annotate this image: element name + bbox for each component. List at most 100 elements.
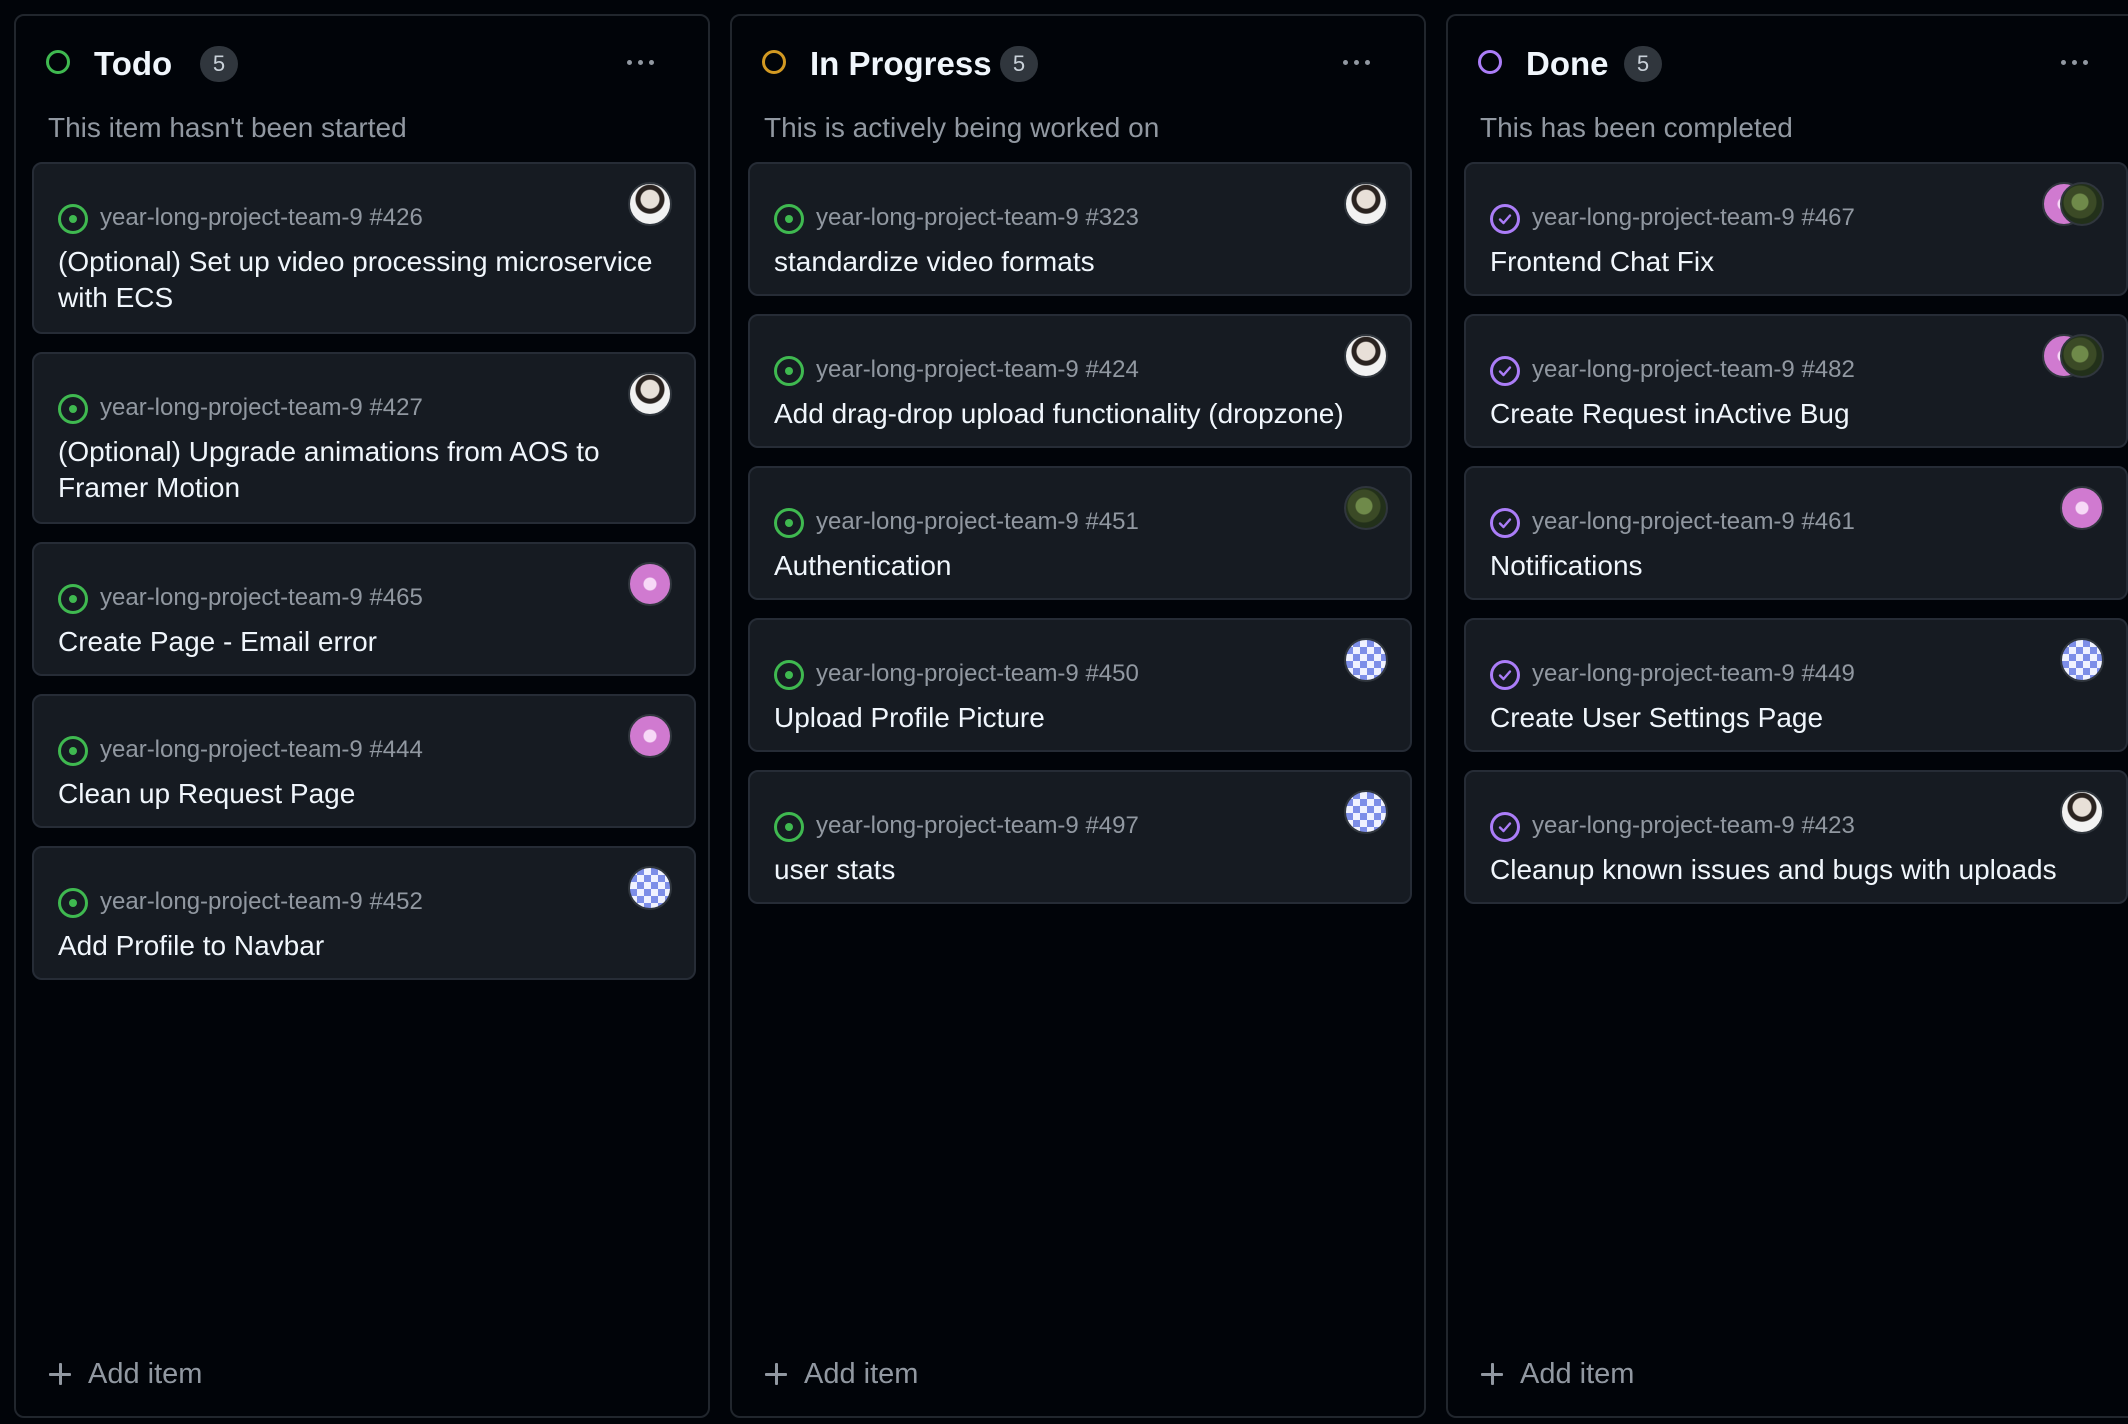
assignee-avatar[interactable]	[2060, 334, 2104, 378]
issue-card[interactable]: year-long-project-team-9 #450 Upload Pro…	[748, 618, 1412, 752]
add-item-label: Add item	[804, 1357, 919, 1390]
issue-card[interactable]: year-long-project-team-9 #426 (Optional)…	[32, 162, 696, 334]
issue-open-icon	[774, 812, 804, 842]
add-item-label: Add item	[88, 1357, 203, 1390]
plus-icon	[764, 1362, 788, 1386]
issue-card[interactable]: year-long-project-team-9 #452 Add Profil…	[32, 846, 696, 980]
issue-open-icon	[774, 356, 804, 386]
add-item-label: Add item	[1520, 1357, 1635, 1390]
issue-card[interactable]: year-long-project-team-9 #323 standardiz…	[748, 162, 1412, 296]
issue-reference[interactable]: year-long-project-team-9 #450	[816, 660, 1139, 688]
issue-reference[interactable]: year-long-project-team-9 #444	[100, 736, 423, 764]
assignee-avatar[interactable]	[1344, 486, 1388, 530]
column-count-badge: 5	[1624, 46, 1662, 82]
in-progress-status-icon	[762, 50, 786, 74]
column-count-badge: 5	[1000, 46, 1038, 82]
issue-card[interactable]: year-long-project-team-9 #482 Create Req…	[1464, 314, 2128, 448]
assignee-avatar[interactable]	[1344, 638, 1388, 682]
issue-open-icon	[58, 736, 88, 766]
issue-title[interactable]: Authentication	[774, 548, 1390, 584]
add-item-button[interactable]: Add item	[764, 1354, 918, 1394]
issue-title[interactable]: Clean up Request Page	[58, 776, 674, 812]
issue-title[interactable]: Create Request inActive Bug	[1490, 396, 2106, 432]
assignee-avatar[interactable]	[2060, 486, 2104, 530]
more-dot-icon	[648, 59, 654, 65]
issue-title[interactable]: Frontend Chat Fix	[1490, 244, 2106, 280]
issue-title[interactable]: Add Profile to Navbar	[58, 928, 674, 964]
issue-reference[interactable]: year-long-project-team-9 #461	[1532, 508, 1855, 536]
issue-card[interactable]: year-long-project-team-9 #467 Frontend C…	[1464, 162, 2128, 296]
column-description: This is actively being worked on	[764, 112, 1160, 143]
column-more-button[interactable]	[1338, 52, 1374, 72]
issue-closed-icon	[1490, 660, 1520, 690]
assignee-avatar[interactable]	[628, 562, 672, 606]
issue-reference[interactable]: year-long-project-team-9 #424	[816, 356, 1139, 384]
issue-open-icon	[774, 204, 804, 234]
issue-title[interactable]: Create Page - Email error	[58, 624, 674, 660]
issue-title[interactable]: Notifications	[1490, 548, 2106, 584]
assignee-avatar[interactable]	[2060, 790, 2104, 834]
add-item-button[interactable]: Add item	[48, 1354, 202, 1394]
issue-open-icon	[774, 660, 804, 690]
issue-reference[interactable]: year-long-project-team-9 #423	[1532, 812, 1855, 840]
issue-reference[interactable]: year-long-project-team-9 #465	[100, 584, 423, 612]
issue-card[interactable]: year-long-project-team-9 #451 Authentica…	[748, 466, 1412, 600]
issue-open-icon	[58, 394, 88, 424]
issue-open-icon	[774, 508, 804, 538]
issue-title[interactable]: (Optional) Upgrade animations from AOS t…	[58, 434, 674, 506]
issue-reference[interactable]: year-long-project-team-9 #482	[1532, 356, 1855, 384]
issue-title[interactable]: Upload Profile Picture	[774, 700, 1390, 736]
assignee-avatar[interactable]	[628, 714, 672, 758]
assignee-avatar-group[interactable]	[2042, 182, 2104, 226]
card-list: year-long-project-team-9 #467 Frontend C…	[1464, 162, 2128, 922]
card-list: year-long-project-team-9 #426 (Optional)…	[32, 162, 696, 998]
issue-title[interactable]: (Optional) Set up video processing micro…	[58, 244, 674, 316]
assignee-avatar[interactable]	[628, 182, 672, 226]
column-header: Done 5 This has been completed	[1448, 16, 2128, 156]
issue-card[interactable]: year-long-project-team-9 #427 (Optional)…	[32, 352, 696, 524]
assignee-avatar[interactable]	[628, 866, 672, 910]
issue-reference[interactable]: year-long-project-team-9 #452	[100, 888, 423, 916]
column-more-button[interactable]	[2056, 52, 2092, 72]
issue-reference[interactable]: year-long-project-team-9 #426	[100, 204, 423, 232]
issue-title[interactable]: Create User Settings Page	[1490, 700, 2106, 736]
assignee-avatar-group[interactable]	[2042, 334, 2104, 378]
more-dot-icon	[2071, 59, 2077, 65]
column-count-badge: 5	[200, 46, 238, 82]
issue-title[interactable]: standardize video formats	[774, 244, 1390, 280]
column-done: Done 5 This has been completed year-long…	[1446, 14, 2128, 1418]
assignee-avatar[interactable]	[2060, 638, 2104, 682]
issue-reference[interactable]: year-long-project-team-9 #323	[816, 204, 1139, 232]
assignee-avatar[interactable]	[628, 372, 672, 416]
issue-reference[interactable]: year-long-project-team-9 #467	[1532, 204, 1855, 232]
issue-title[interactable]: Cleanup known issues and bugs with uploa…	[1490, 852, 2106, 888]
assignee-avatar[interactable]	[2060, 182, 2104, 226]
assignee-avatar[interactable]	[1344, 334, 1388, 378]
issue-card[interactable]: year-long-project-team-9 #424 Add drag-d…	[748, 314, 1412, 448]
assignee-avatar[interactable]	[1344, 182, 1388, 226]
issue-title[interactable]: user stats	[774, 852, 1390, 888]
plus-icon	[48, 1362, 72, 1386]
issue-reference[interactable]: year-long-project-team-9 #451	[816, 508, 1139, 536]
column-description: This has been completed	[1480, 112, 1793, 143]
card-list: year-long-project-team-9 #323 standardiz…	[748, 162, 1412, 922]
issue-closed-icon	[1490, 204, 1520, 234]
issue-closed-icon	[1490, 356, 1520, 386]
issue-title[interactable]: Add drag-drop upload functionality (drop…	[774, 396, 1390, 432]
issue-card[interactable]: year-long-project-team-9 #497 user stats	[748, 770, 1412, 904]
project-board: Todo 5 This item hasn't been started yea…	[0, 0, 2128, 1424]
issue-reference[interactable]: year-long-project-team-9 #427	[100, 394, 423, 422]
more-dot-icon	[637, 59, 643, 65]
issue-reference[interactable]: year-long-project-team-9 #497	[816, 812, 1139, 840]
column-more-button[interactable]	[622, 52, 658, 72]
issue-open-icon	[58, 204, 88, 234]
issue-card[interactable]: year-long-project-team-9 #449 Create Use…	[1464, 618, 2128, 752]
issue-reference[interactable]: year-long-project-team-9 #449	[1532, 660, 1855, 688]
issue-card[interactable]: year-long-project-team-9 #444 Clean up R…	[32, 694, 696, 828]
add-item-button[interactable]: Add item	[1480, 1354, 1634, 1394]
issue-closed-icon	[1490, 508, 1520, 538]
issue-card[interactable]: year-long-project-team-9 #461 Notificati…	[1464, 466, 2128, 600]
issue-card[interactable]: year-long-project-team-9 #465 Create Pag…	[32, 542, 696, 676]
assignee-avatar[interactable]	[1344, 790, 1388, 834]
issue-card[interactable]: year-long-project-team-9 #423 Cleanup kn…	[1464, 770, 2128, 904]
